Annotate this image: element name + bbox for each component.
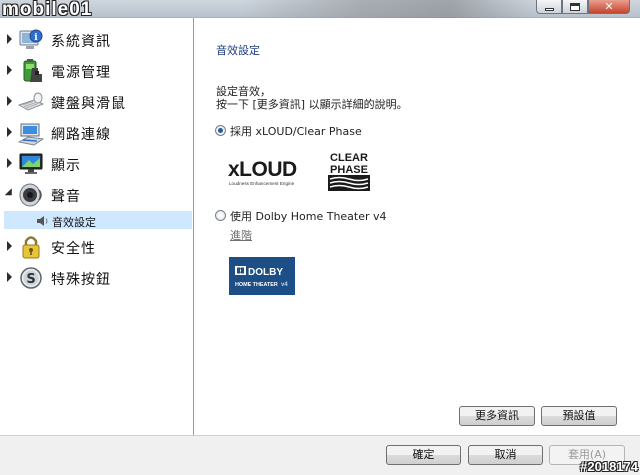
sidebar-item-label: 安全性: [51, 241, 96, 257]
minimize-icon: [544, 7, 554, 11]
xloud-option-label[interactable]: 採用 xLOUD/Clear Phase: [230, 123, 362, 139]
keyboard-mouse-icon: [18, 92, 44, 111]
maximize-icon: [570, 2, 580, 11]
close-icon: ✕: [604, 0, 614, 13]
sidebar-item-label: 電源管理: [51, 65, 111, 81]
dolby-radio[interactable]: [215, 210, 226, 221]
clearphase-logo: CLEAR PHASE: [328, 152, 370, 191]
sidebar-item-power[interactable]: 電源管理: [0, 55, 194, 86]
network-icon: [18, 123, 44, 146]
sidebar-item-security[interactable]: 安全性: [0, 231, 194, 262]
dolby-logo-version: v4: [281, 282, 288, 288]
svg-text:S: S: [26, 272, 35, 287]
monitor-icon: [19, 153, 43, 174]
dolby-logo-line2: HOME THEATER: [235, 282, 278, 288]
expand-arrow-icon[interactable]: [7, 127, 12, 137]
advanced-link[interactable]: 進階: [230, 227, 252, 243]
sidebar-item-label: 系統資訊: [51, 34, 111, 50]
close-button[interactable]: ✕: [588, 0, 630, 14]
lock-icon: [22, 236, 40, 259]
section-title: 音效設定: [216, 44, 260, 57]
sidebar-item-display[interactable]: 顯示: [0, 148, 194, 179]
description-line-2: 按一下 [更多資訊] 以顯示詳細的說明。: [216, 98, 408, 111]
sidebar-item-label: 聲音: [51, 189, 81, 205]
sidebar-item-sound[interactable]: 聲音: [0, 179, 194, 210]
sidebar-item-label: 特殊按鈕: [51, 272, 111, 288]
default-button[interactable]: 預設值: [541, 406, 617, 426]
window-controls: ✕: [536, 0, 630, 14]
sidebar-item-network[interactable]: 網路連線: [0, 117, 194, 148]
title-bar: ✕: [0, 0, 640, 18]
minimize-button[interactable]: [536, 0, 562, 14]
main-panel: 音效設定 設定音效， 按一下 [更多資訊] 以顯示詳細的說明。 採用 xLOUD…: [195, 18, 640, 435]
xloud-logo: xLOUD Loudness Enhancement Engine: [228, 158, 298, 186]
sidebar-item-keyboard-mouse[interactable]: 鍵盤與滑鼠: [0, 86, 194, 117]
battery-icon: [23, 59, 42, 82]
watermark-text: mobile01: [2, 0, 93, 20]
sidebar-item-system-info[interactable]: i 系統資訊: [0, 24, 194, 55]
title-bar-background: [240, 0, 540, 18]
more-info-button[interactable]: 更多資訊: [459, 406, 535, 426]
xloud-logo-name: xLOUD: [228, 158, 297, 181]
svg-text:i: i: [34, 33, 38, 43]
dolby-home-theater-logo: DOLBY HOME THEATER v4: [229, 257, 295, 295]
expand-arrow-icon[interactable]: [7, 65, 12, 75]
maximize-button[interactable]: [562, 0, 588, 14]
sidebar-item-label: 網路連線: [51, 127, 111, 143]
expand-arrow-icon[interactable]: [7, 34, 12, 44]
watermark-logo: mobile01: [2, 0, 93, 20]
info-computer-icon: i: [19, 29, 43, 49]
speaker-icon: [19, 183, 42, 207]
watermark-id: #2018174: [580, 459, 638, 474]
xloud-logo-tagline: Loudness Enhancement Engine: [229, 181, 295, 186]
expand-arrow-icon[interactable]: [7, 272, 12, 282]
xloud-radio[interactable]: [215, 125, 226, 136]
small-speaker-icon: [37, 216, 48, 226]
dialog-footer: 確定 取消 套用(A): [0, 435, 640, 475]
dolby-option-label[interactable]: 使用 Dolby Home Theater v4: [230, 208, 387, 224]
clearphase-logo-line2: PHASE: [330, 164, 368, 176]
sidebar-item-label: 顯示: [51, 158, 81, 174]
expand-arrow-icon[interactable]: [7, 158, 12, 168]
sidebar-subitem-label: 音效設定: [52, 216, 96, 229]
sidebar-subitem-sound-settings[interactable]: 音效設定: [4, 211, 192, 229]
dolby-logo-line1: DOLBY: [248, 267, 283, 278]
special-button-icon: S: [20, 267, 42, 289]
sidebar-item-special-buttons[interactable]: S 特殊按鈕: [0, 262, 194, 293]
sidebar-item-label: 鍵盤與滑鼠: [51, 96, 126, 112]
expand-arrow-icon[interactable]: [7, 96, 12, 106]
clearphase-logo-line1: CLEAR: [330, 152, 368, 164]
expand-arrow-icon[interactable]: [7, 241, 12, 251]
sidebar: i 系統資訊 電源管理 鍵盤與滑鼠 網路連線 顯示 聲音 音效設定 安全性 S …: [0, 18, 194, 435]
cancel-button[interactable]: 取消: [468, 445, 543, 465]
ok-button[interactable]: 確定: [386, 445, 461, 465]
collapse-arrow-icon[interactable]: [4, 188, 16, 199]
